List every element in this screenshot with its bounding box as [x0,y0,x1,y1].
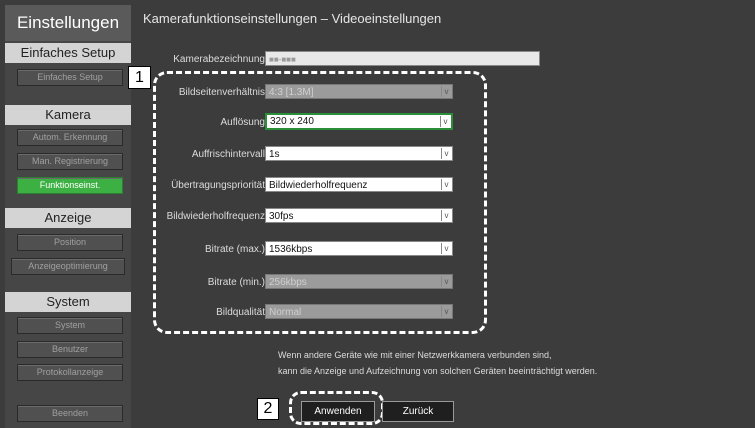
sidebar-item-funktionseinst[interactable]: Funktionseinst. [17,177,123,194]
sidebar-item-position[interactable]: Position [17,234,123,251]
callout-frame-1 [153,71,487,334]
sidebar-item-einfaches-setup[interactable]: Einfaches Setup [17,69,123,86]
sidebar-item-anzeigeoptimierung[interactable]: Anzeigeoptimierung [11,258,125,275]
section-kamera: Kamera [5,105,131,125]
exit-button[interactable]: Beenden [17,405,123,422]
info-line-1: Wenn andere Geräte wie mit einer Netzwer… [278,350,552,360]
back-button[interactable]: Zurück [382,401,454,422]
sidebar-item-protokollanzeige[interactable]: Protokollanzeige [17,364,123,381]
section-system: System [5,292,131,312]
apply-button[interactable]: Anwenden [301,401,375,422]
settings-window: Einstellungen Einfaches Setup Einfaches … [0,0,755,428]
sidebar-item-benutzer[interactable]: Benutzer [17,341,123,358]
camera-name-field[interactable]: ■■-■■■ [265,51,540,66]
sidebar: Einstellungen Einfaches Setup Einfaches … [5,5,131,428]
section-anzeige: Anzeige [5,208,131,228]
sidebar-item-man-registrierung[interactable]: Man. Registrierung [17,153,123,170]
sidebar-item-autom-erkennung[interactable]: Autom. Erkennung [17,129,123,146]
camera-name-label: Kamerabezeichnung [173,54,265,65]
info-text: Wenn andere Geräte wie mit einer Netzwer… [278,347,597,379]
sidebar-title: Einstellungen [5,5,131,41]
sidebar-item-system[interactable]: System [17,317,123,334]
section-einfaches-setup: Einfaches Setup [5,43,131,63]
callout-number-2: 2 [257,398,279,420]
callout-number-1: 1 [128,66,151,89]
page-title: Kamerafunktionseinstellungen – Videoeins… [143,11,442,26]
info-line-2: kann die Anzeige und Aufzeichnung von so… [278,366,598,376]
